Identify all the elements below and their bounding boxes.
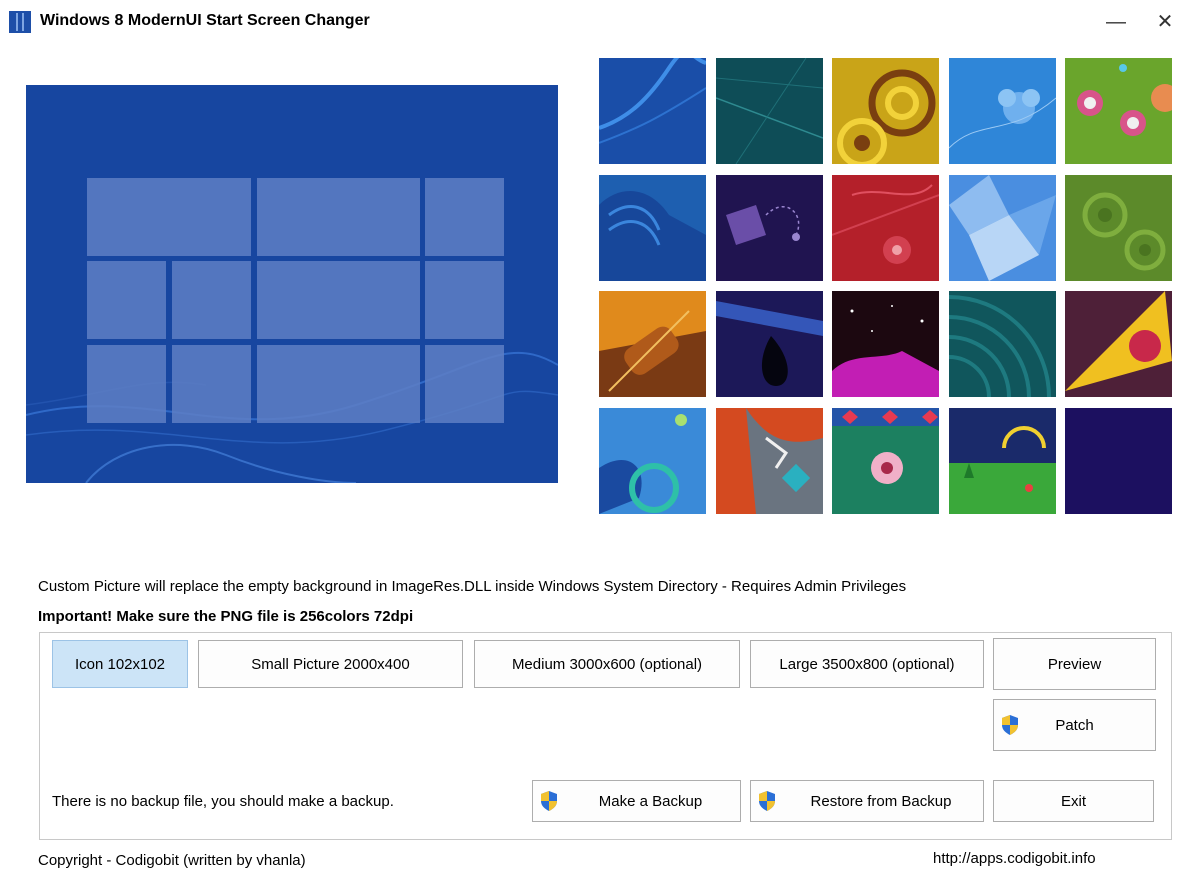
background-thumbnail[interactable] [949,175,1056,281]
background-thumbnail[interactable] [1065,58,1172,164]
window-title: Windows 8 ModernUI Start Screen Changer [40,12,370,29]
background-thumbnail[interactable] [599,408,706,514]
uac-shield-icon [1002,715,1018,735]
background-thumbnail[interactable] [716,408,823,514]
preview-button[interactable]: Preview [993,638,1156,690]
info-text: Custom Picture will replace the empty ba… [38,578,907,595]
close-button[interactable]: ✕ [1151,8,1177,36]
preview-tile [172,345,251,423]
app-icon [9,11,31,33]
minimize-button[interactable]: — [1102,8,1130,36]
preview-tile [257,261,420,339]
background-thumbnail[interactable] [599,175,706,281]
background-thumbnail[interactable] [1065,408,1172,514]
background-thumbnail[interactable] [599,58,706,164]
preview-tile [87,261,166,339]
make-backup-label: Make a Backup [598,792,703,810]
preview-tile [257,178,420,256]
tab-small-picture[interactable]: Small Picture 2000x400 [198,640,463,688]
background-thumbnail[interactable] [949,291,1056,397]
preview-tile [425,345,504,423]
important-note: Important! Make sure the PNG file is 256… [38,608,414,625]
background-thumbnail[interactable] [832,291,939,397]
exit-button[interactable]: Exit [993,780,1154,822]
copyright-text: Copyright - Codigobit (written by vhanla… [38,852,306,869]
patch-label: Patch [1055,716,1094,734]
title-bar: Windows 8 ModernUI Start Screen Changer … [0,0,1177,44]
preview-tile [425,178,504,256]
preview-tile [87,345,166,423]
background-thumbnail[interactable] [599,291,706,397]
uac-shield-icon [541,791,557,811]
preview-tile [257,345,420,423]
make-backup-button[interactable]: Make a Backup [532,780,741,822]
preview-tile [425,261,504,339]
background-thumbnail[interactable] [716,291,823,397]
uac-shield-icon [759,791,775,811]
website-link[interactable]: http://apps.codigobit.info [933,850,1096,867]
preview-tile [172,261,251,339]
restore-backup-button[interactable]: Restore from Backup [750,780,984,822]
preview-tile [87,178,251,256]
start-screen-preview [26,85,558,483]
background-thumbnail[interactable] [1065,175,1172,281]
tab-medium-picture[interactable]: Medium 3000x600 (optional) [474,640,740,688]
background-thumbnail[interactable] [832,408,939,514]
background-thumbnail[interactable] [949,58,1056,164]
background-thumbnail[interactable] [716,58,823,164]
background-thumbnail[interactable] [716,175,823,281]
patch-button[interactable]: Patch [993,699,1156,751]
background-thumbnail[interactable] [949,408,1056,514]
tab-icon-102x102[interactable]: Icon 102x102 [52,640,188,688]
background-thumbnail[interactable] [832,175,939,281]
backup-status-text: There is no backup file, you should make… [52,793,394,810]
tab-large-picture[interactable]: Large 3500x800 (optional) [750,640,984,688]
background-thumbnail[interactable] [832,58,939,164]
background-thumbnail[interactable] [1065,291,1172,397]
restore-backup-label: Restore from Backup [810,792,952,810]
